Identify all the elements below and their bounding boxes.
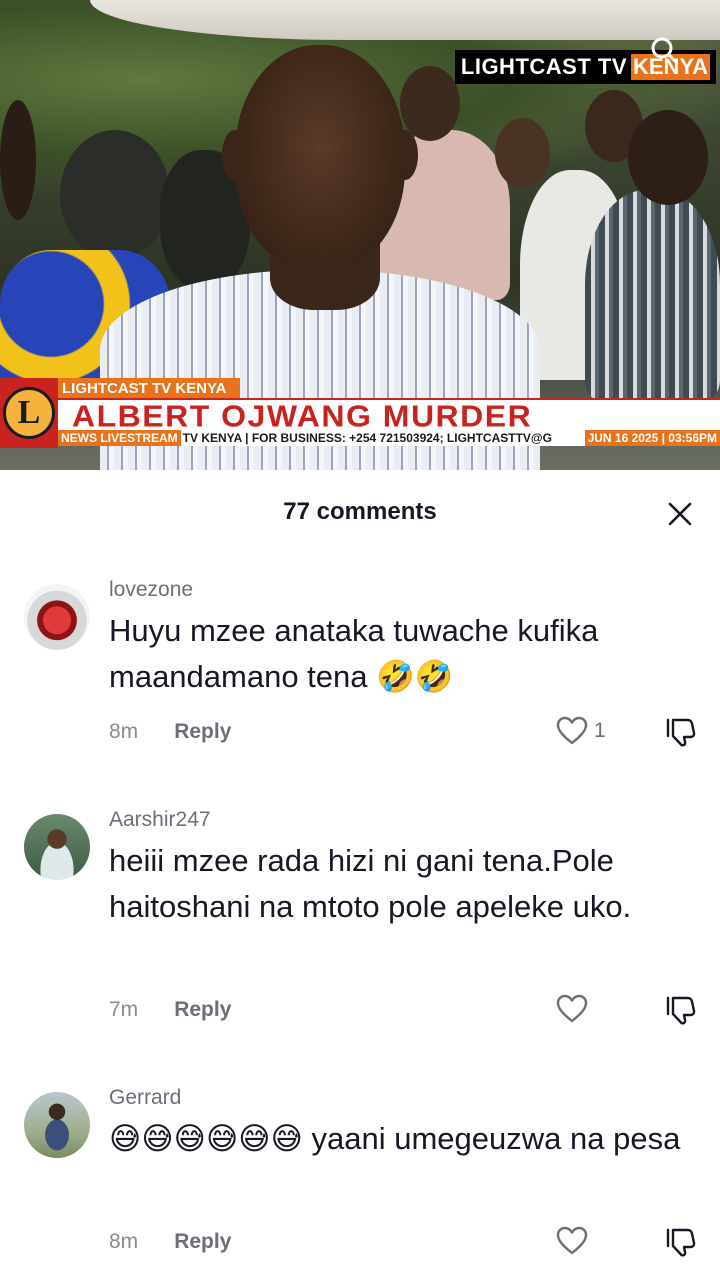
bystander-head [495,118,550,188]
lower-third-ticker-bar: NEWS LIVESTREAM TV KENYA | FOR BUSINESS:… [58,430,720,446]
heart-icon [556,1226,588,1255]
dislike-icon[interactable] [664,994,696,1026]
ticker-text: TV KENYA | FOR BUSINESS: +254 721503924;… [182,431,552,445]
heart-icon [556,716,588,745]
bystander-head [400,66,460,141]
reply-button[interactable]: Reply [174,998,231,1022]
comment-username[interactable]: lovezone [109,578,193,602]
like-button[interactable] [556,1226,594,1256]
comment-meta: 8m Reply [109,1230,231,1254]
reply-button[interactable]: Reply [174,1230,231,1254]
speaker-head [235,45,405,270]
heart-icon [556,994,588,1023]
comment-time: 8m [109,1230,139,1253]
bystander [60,130,170,260]
comment-text: 😅😅😅😅😅😅 yaani umegeuzwa na pesa [109,1121,681,1156]
comment-time: 8m [109,720,139,743]
live-label: NEWS LIVESTREAM [58,430,181,446]
comment-meta: 7m Reply [109,998,231,1022]
avatar[interactable] [24,814,90,880]
watermark-text: LIGHTCAST TV [460,54,627,79]
comments-sheet: 77 comments lovezone Huyu mzee anataka t… [0,470,720,1266]
dislike-icon[interactable] [664,716,696,748]
comment-username[interactable]: Gerrard [109,1086,181,1110]
lower-third-channel: LIGHTCAST TV KENYA [58,378,241,398]
like-button[interactable]: 1 [556,716,606,746]
video-player[interactable]: LIGHTCAST TV KENYA L LIGHTCAST TV KENYA … [0,0,720,470]
headline-text: ALBERT OJWANG MURDER [72,398,533,433]
like-count: 1 [594,719,606,742]
channel-logo: L [0,378,58,448]
comment-time: 7m [109,998,139,1021]
avatar[interactable] [24,1092,90,1158]
comments-count-title: 77 comments [283,498,437,525]
bystander-head [0,100,36,220]
bystander [585,190,720,400]
comment-text: Huyu mzee anataka tuwache kufika maandam… [109,613,599,694]
comment-meta: 8m Reply [109,720,231,744]
datetime-label: JUN 16 2025 | 03:56PM [584,430,720,446]
avatar[interactable] [24,584,90,650]
search-icon[interactable] [650,36,678,64]
dislike-icon[interactable] [664,1226,696,1258]
lower-third-headline: ALBERT OJWANG MURDER [58,398,720,433]
reply-button[interactable]: Reply [174,720,231,744]
comment-username[interactable]: Aarshir247 [109,808,211,832]
bystander-head [628,110,708,205]
comment-text: heiii mzee rada hizi ni gani tena.Pole h… [109,843,632,924]
close-icon[interactable] [664,498,696,530]
like-button[interactable] [556,994,594,1024]
